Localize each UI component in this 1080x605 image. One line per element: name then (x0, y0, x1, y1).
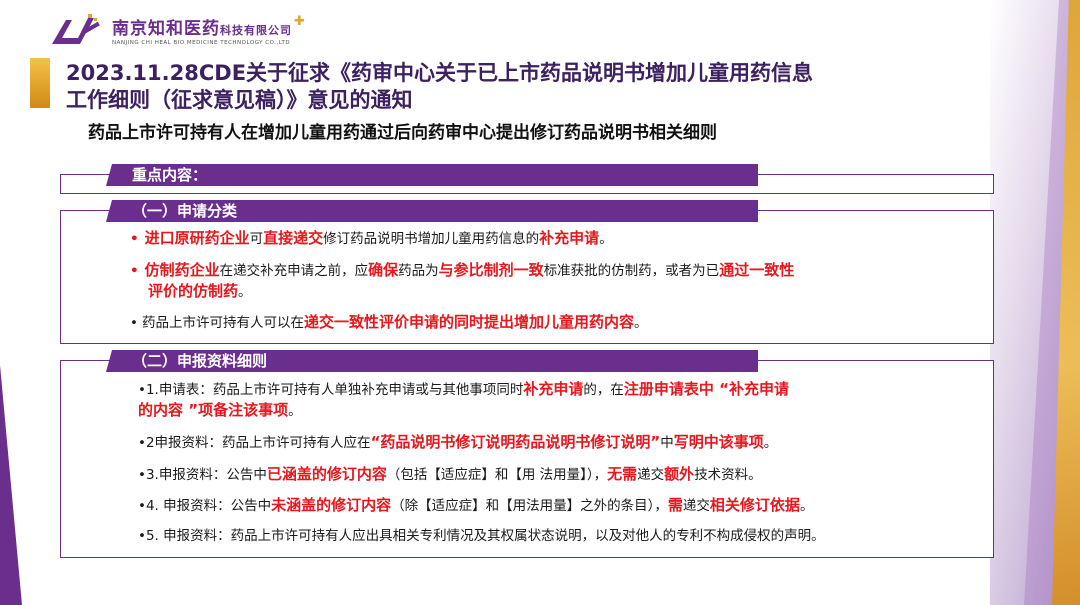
key-content-header: 重点内容： (106, 164, 758, 186)
title-line-1: 2023.11.28CDE关于征求《药审中心关于已上市药品说明书增加儿童用药信息 (66, 61, 814, 85)
list-item: 评价的仿制药。 (148, 282, 252, 300)
title-line-2: 工作细则（征求意见稿）》意见的通知 (66, 88, 413, 112)
logo-mark-icon (48, 10, 106, 50)
submission-details-header: （二）申报资料细则 (106, 350, 758, 372)
list-item: • 进口原研药企业可直接递交修订药品说明书增加儿童用药信息的补充申请。 (130, 229, 613, 247)
logo-name-main: 南京知和医药 (112, 19, 220, 39)
list-item: •4. 申报资料：公告中未涵盖的修订内容（除【适应症】和【用法用量】之外的条目）… (138, 496, 814, 514)
list-item: •2申报资料：药品上市许可持有人应在“药品说明书修订说明药品说明书修订说明”中写… (138, 433, 778, 451)
list-item: •5. 申报资料：药品上市许可持有人应出具相关专利情况及其权属状态说明，以及对他… (138, 528, 825, 544)
list-item: 的内容 ”项备注该事项。 (138, 401, 302, 419)
page-title: 2023.11.28CDE关于征求《药审中心关于已上市药品说明书增加儿童用药信息… (66, 60, 966, 114)
logo-plus-icon: ✚ (294, 14, 306, 29)
list-item: •3.申报资料：公告中已涵盖的修订内容（包括【适应症】和【用 法用量】），无需递… (138, 465, 762, 483)
title-accent-bar (30, 58, 50, 108)
application-category-header: （一）申请分类 (106, 200, 758, 222)
list-item: •1.申请表：药品上市许可持有人单独补充申请或与其他事项同时补充申请的，在注册申… (138, 380, 789, 398)
list-item: • 药品上市许可持有人可以在递交一致性评价申请的同时提出增加儿童用药内容。 (130, 313, 648, 331)
logo-name-suffix: 科技有限公司 (220, 24, 292, 37)
logo-name-en: NANJING CHI HEAL BIO MEDICINE TECHNOLOGY… (112, 40, 291, 46)
list-item: • 仿制药企业在递交补充申请之前，应确保药品为与参比制剂一致标准获批的仿制药，或者… (130, 261, 795, 279)
left-corner-decoration (0, 365, 22, 605)
company-logo: 南京知和医药科技有限公司✚ NANJING CHI HEAL BIO MEDIC… (48, 8, 306, 52)
page-subtitle: 药品上市许可持有人在增加儿童用药通过后向药审中心提出修订药品说明书相关细则 (88, 123, 717, 143)
